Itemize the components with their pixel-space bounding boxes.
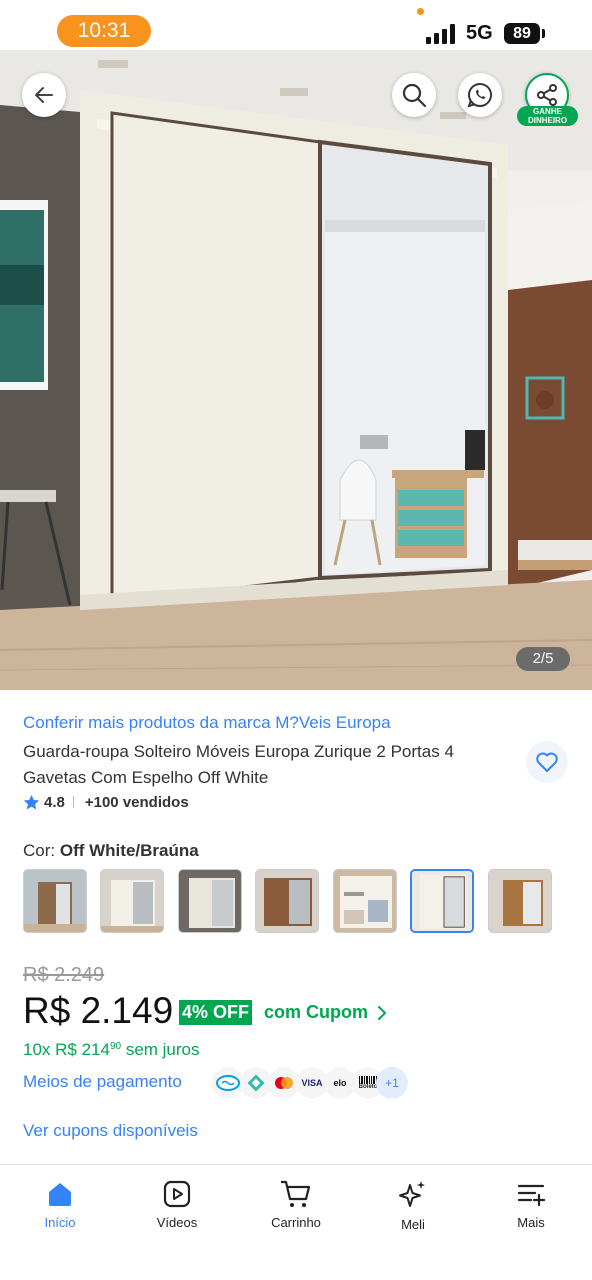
variant-thumbnail[interactable] — [488, 869, 552, 933]
status-time: 10:31 — [57, 15, 151, 47]
product-photo — [0, 50, 592, 690]
variant-thumbnail[interactable] — [178, 869, 242, 933]
back-button[interactable] — [22, 73, 66, 117]
payment-methods-icons[interactable]: VISA elo Boleto +1 — [212, 1067, 412, 1099]
variant-thumbnail-selected[interactable] — [410, 869, 474, 933]
whatsapp-share-button[interactable] — [458, 73, 502, 117]
battery-tip — [542, 29, 545, 38]
installments-amount: 10x R$ 214 — [23, 1040, 110, 1059]
nav-meli-label: Meli — [401, 1217, 425, 1232]
nav-home-label: Início — [44, 1215, 76, 1230]
variant-thumbnail[interactable] — [100, 869, 164, 933]
recording-indicator — [417, 8, 424, 15]
elo-text: elo — [333, 1078, 347, 1088]
product-image-gallery[interactable]: GANHE DINHEIRO 2/5 — [0, 50, 592, 690]
nav-cart-label: Carrinho — [271, 1215, 321, 1230]
variant-image — [101, 870, 163, 932]
variant-image — [334, 870, 396, 932]
nav-videos[interactable]: Vídeos — [127, 1179, 227, 1230]
search-icon — [402, 83, 427, 108]
whatsapp-icon — [467, 82, 492, 108]
network-type: 5G — [466, 22, 493, 44]
variant-image — [256, 870, 318, 932]
variant-image — [179, 870, 241, 932]
battery-icon: 89 — [504, 23, 540, 44]
installments-cents: 90 — [109, 1041, 122, 1052]
color-variants — [23, 869, 563, 935]
battery-level: 89 — [513, 25, 531, 42]
installments-info: 10x R$ 21490 sem juros — [23, 1040, 200, 1060]
sold-count: +100 vendidos — [84, 793, 189, 811]
earn-money-badge[interactable]: GANHE DINHEIRO — [517, 106, 578, 126]
variant-image — [24, 870, 86, 932]
nav-home[interactable]: Início — [10, 1179, 110, 1230]
boleto-text: Boleto — [358, 1084, 378, 1090]
image-counter: 2/5 — [516, 647, 570, 671]
variant-image — [412, 871, 472, 931]
current-price: R$ 2.149 — [23, 990, 174, 1031]
rating-divider — [72, 796, 74, 808]
heart-icon — [536, 752, 558, 772]
visa-text: VISA — [301, 1078, 323, 1088]
earn-money-line2: DINHEIRO — [527, 116, 568, 125]
menu-plus-icon — [517, 1184, 546, 1207]
coupon-link[interactable]: com Cupom — [264, 1002, 368, 1023]
rating-row[interactable]: 4.8 +100 vendidos — [23, 792, 189, 812]
earn-money-line1: GANHE — [533, 107, 562, 116]
share-icon — [537, 84, 557, 106]
nav-more-label: Mais — [517, 1215, 545, 1230]
product-title: Guarda-roupa Solteiro Móveis Europa Zuri… — [23, 742, 454, 787]
back-arrow-icon — [35, 87, 53, 103]
payment-methods-link[interactable]: Meios de pagamento — [23, 1072, 182, 1092]
signal-icon — [426, 24, 455, 44]
color-label: Cor: — [23, 841, 56, 860]
variant-thumbnail[interactable] — [333, 869, 397, 933]
available-coupons-link[interactable]: Ver cupons disponíveis — [23, 1121, 198, 1141]
brand-products-link[interactable]: Conferir mais produtos da marca M?Veis E… — [23, 713, 391, 733]
installments-suffix: sem juros — [125, 1040, 200, 1059]
status-bar: 10:31 5G 89 — [0, 0, 592, 50]
original-price: R$ 2.249 — [23, 964, 105, 986]
variant-thumbnail[interactable] — [23, 869, 87, 933]
nav-more[interactable]: Mais — [481, 1179, 581, 1230]
color-selector-label: Cor: Off White/Braúna — [23, 841, 199, 861]
star-icon — [23, 794, 40, 809]
search-button[interactable] — [392, 73, 436, 117]
nav-cart[interactable]: Carrinho — [246, 1179, 346, 1230]
more-payment-methods[interactable]: +1 — [376, 1067, 408, 1099]
variant-image — [489, 870, 551, 932]
bottom-navigation: Início Vídeos Carrinho Meli Mais — [0, 1164, 592, 1280]
discount-badge: 4% OFF — [179, 1000, 253, 1025]
favorite-button[interactable] — [526, 741, 568, 783]
color-value: Off White/Braúna — [59, 841, 199, 860]
home-icon — [49, 1183, 71, 1206]
video-play-icon — [163, 1180, 191, 1208]
variant-thumbnail[interactable] — [255, 869, 319, 933]
nav-meli[interactable]: Meli — [363, 1179, 463, 1232]
sparkle-icon — [399, 1181, 425, 1207]
nav-videos-label: Vídeos — [156, 1215, 198, 1230]
chevron-right-icon[interactable] — [376, 1005, 388, 1021]
cart-icon — [281, 1180, 311, 1207]
rating-value: 4.8 — [44, 793, 65, 811]
